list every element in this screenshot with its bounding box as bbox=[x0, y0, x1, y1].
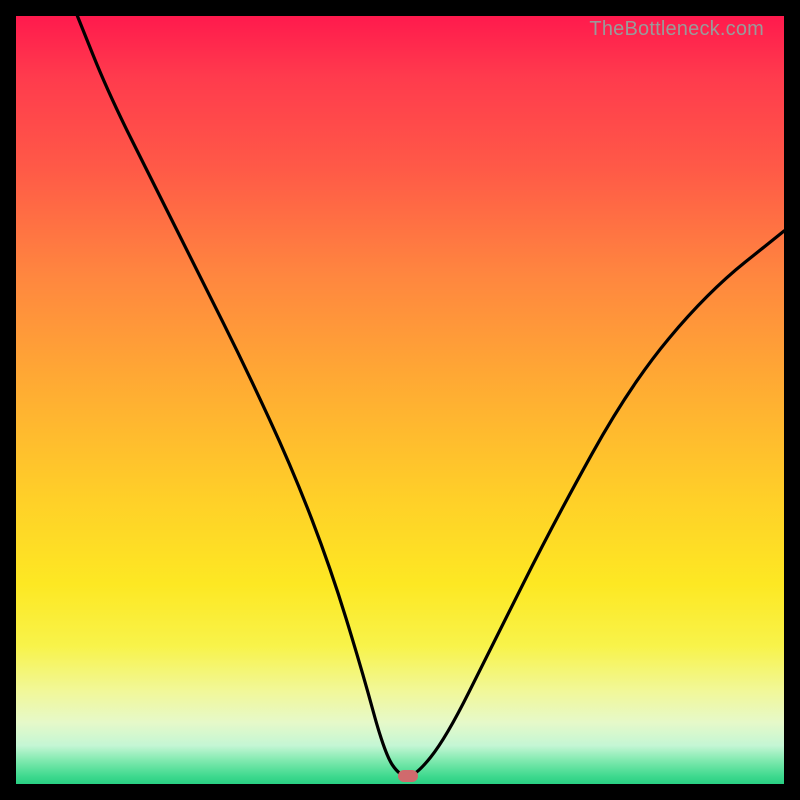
chart-frame: TheBottleneck.com bbox=[0, 0, 800, 800]
plot-area: TheBottleneck.com bbox=[16, 16, 784, 784]
minimum-marker bbox=[398, 770, 418, 782]
bottleneck-curve bbox=[16, 16, 784, 784]
